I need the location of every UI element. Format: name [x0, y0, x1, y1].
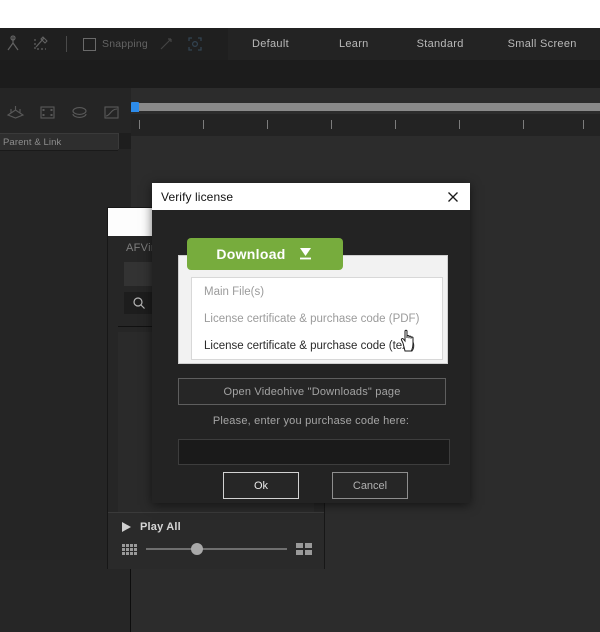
toolbar-separator: [66, 36, 67, 52]
download-arrow-icon: [299, 248, 311, 260]
region-of-interest-icon[interactable]: [186, 35, 204, 53]
dialog-body: Download Main File(s) License certificat…: [152, 210, 470, 503]
parent-link-field[interactable]: [118, 133, 132, 149]
dialog-title: Verify license: [161, 189, 234, 204]
grid-large-icon[interactable]: [296, 543, 312, 555]
toolbar-underlay: [0, 60, 600, 88]
ok-button-label: Ok: [253, 479, 269, 492]
ruler-tick: [267, 120, 268, 129]
download-card: Download Main File(s) License certificat…: [178, 238, 448, 364]
workspace-tabs: Default Learn Standard Small Screen: [228, 28, 600, 60]
parent-and-link-header: Parent & Link: [0, 133, 118, 151]
snapping-label: Snapping: [102, 38, 148, 50]
toolbar-icon-group: Snapping: [4, 28, 204, 60]
film-strip-icon[interactable]: [38, 104, 57, 121]
ruler-tick: [523, 120, 524, 129]
open-videohive-downloads-label: Open Videohive "Downloads" page: [223, 385, 401, 398]
preview-player-bar: Play All: [108, 512, 324, 569]
ok-button[interactable]: Ok: [223, 472, 299, 499]
download-menu-item-license-text[interactable]: License certificate & purchase code (tex…: [192, 332, 442, 359]
tab-learn[interactable]: Learn: [333, 38, 375, 50]
verify-license-dialog: Verify license Download Main File(s) Lic…: [152, 183, 470, 503]
slider-knob[interactable]: [191, 543, 204, 555]
timeline-playhead[interactable]: [131, 102, 139, 112]
download-menu-item-license-pdf[interactable]: License certificate & purchase code (PDF…: [192, 305, 442, 332]
search-icon: [133, 297, 145, 309]
download-button[interactable]: Download: [187, 238, 343, 270]
timeline-ruler[interactable]: [131, 114, 600, 137]
close-icon[interactable]: [445, 189, 461, 205]
left-panel-lower: [0, 560, 130, 632]
download-button-label: Download: [216, 246, 286, 262]
after-effects-app: Snapping Default Learn Standard Small Sc…: [0, 0, 600, 632]
layers-icon[interactable]: [70, 104, 89, 121]
3d-renderer-icon[interactable]: [6, 104, 25, 121]
cancel-button-label: Cancel: [352, 479, 388, 492]
download-menu: Main File(s) License certificate & purch…: [191, 277, 443, 360]
cancel-button[interactable]: Cancel: [332, 472, 408, 499]
parent-link-label: Parent & Link: [3, 136, 62, 148]
puppet-starch-icon[interactable]: [158, 35, 176, 53]
puppet-pin-icon[interactable]: [4, 35, 22, 53]
thumbnail-size-slider[interactable]: [146, 543, 287, 555]
play-all-row[interactable]: Play All: [122, 521, 181, 533]
window-top-strip: [0, 0, 600, 28]
grid-small-icon[interactable]: [122, 543, 137, 555]
roto-brush-icon[interactable]: [32, 35, 50, 53]
thumbnail-size-row: [122, 543, 312, 555]
ruler-tick: [395, 120, 396, 129]
ruler-tick: [583, 120, 584, 129]
play-all-label: Play All: [140, 521, 181, 533]
tab-default[interactable]: Default: [246, 38, 295, 50]
ruler-tick: [331, 120, 332, 129]
snapping-toggle[interactable]: Snapping: [83, 37, 148, 51]
layer-switch-icon-group: [6, 104, 121, 121]
graph-editor-icon[interactable]: [102, 104, 121, 121]
purchase-code-input[interactable]: [178, 439, 450, 465]
tab-standard[interactable]: Standard: [411, 38, 470, 50]
open-videohive-downloads-button[interactable]: Open Videohive "Downloads" page: [178, 378, 446, 405]
ruler-tick: [139, 120, 140, 129]
download-menu-item-main-files[interactable]: Main File(s): [192, 278, 442, 305]
dialog-titlebar: Verify license: [152, 183, 470, 210]
snapping-checkbox-icon[interactable]: [83, 37, 96, 51]
timeline-work-area-bar[interactable]: [135, 103, 600, 111]
tab-small-screen[interactable]: Small Screen: [502, 38, 583, 50]
purchase-code-label: Please, enter you purchase code here:: [212, 415, 410, 427]
ruler-tick: [203, 120, 204, 129]
play-icon[interactable]: [122, 522, 131, 532]
ruler-tick: [459, 120, 460, 129]
